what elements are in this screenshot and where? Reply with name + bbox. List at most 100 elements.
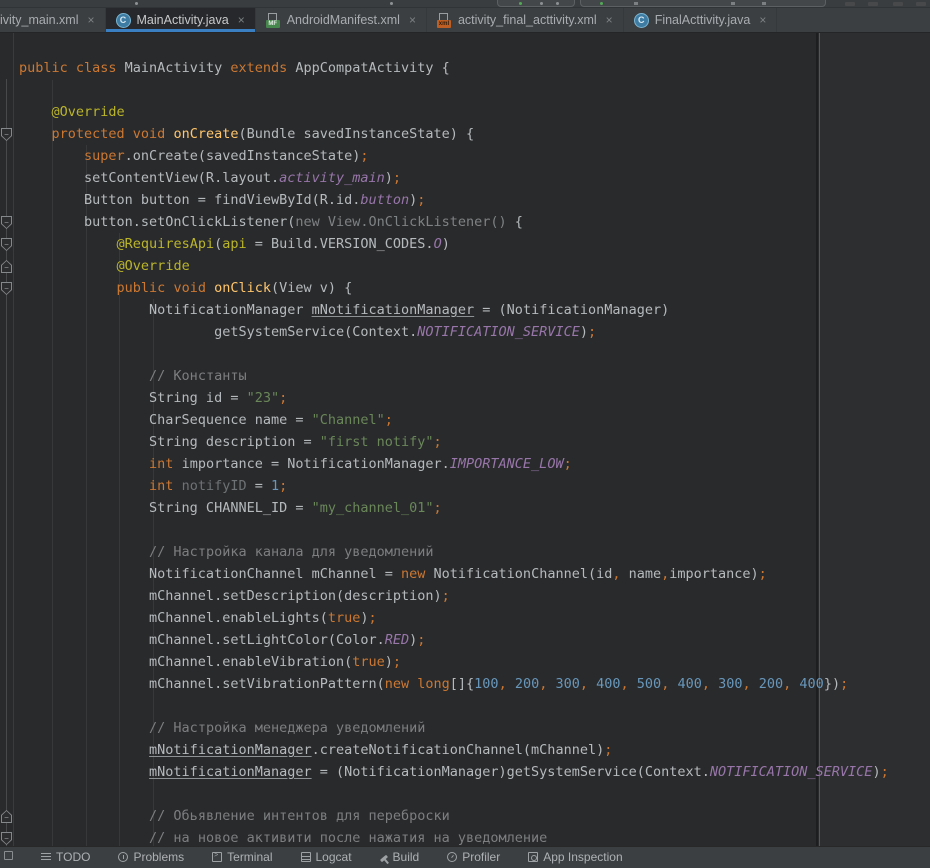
code-line[interactable]: [0, 519, 930, 541]
code-line[interactable]: super.onCreate(savedInstanceState);: [0, 145, 930, 167]
tab-ivity_main.xml[interactable]: ivity_main.xml ×: [0, 8, 106, 32]
toolbar-button-edge[interactable]: [845, 2, 855, 6]
tab-close-icon[interactable]: ×: [88, 14, 95, 26]
fold-marker-icon[interactable]: −: [1, 238, 12, 251]
code-token: new View.OnClickListener(): [295, 214, 514, 230]
code-line[interactable]: button.setOnClickListener(new View.OnCli…: [0, 211, 930, 233]
code-line[interactable]: int importance = NotificationManager.IMP…: [0, 453, 930, 475]
code-token: String description =: [19, 434, 320, 450]
code-token: ;: [604, 742, 612, 758]
toolbar-button-edge[interactable]: [893, 2, 903, 6]
code-token: [19, 104, 52, 120]
toolbar-button-edge[interactable]: [868, 2, 878, 6]
code-line[interactable]: [0, 695, 930, 717]
code-token: mNotificationManager: [149, 742, 312, 758]
code-line[interactable]: mChannel.setVibrationPattern(new long[]{…: [0, 673, 930, 695]
tab-FinalActtivity.java[interactable]: CFinalActtivity.java×: [624, 8, 778, 32]
code-line[interactable]: [0, 783, 930, 805]
code-line[interactable]: setContentView(R.layout.activity_main);: [0, 167, 930, 189]
run-status-dot: [519, 2, 522, 5]
code-line[interactable]: Button button = findViewById(R.id.button…: [0, 189, 930, 211]
tab-AndroidManifest.xml[interactable]: MFAndroidManifest.xml×: [256, 8, 427, 32]
tab-MainActivity.java[interactable]: CMainActivity.java×: [106, 8, 256, 32]
code-text-area[interactable]: public class MainActivity extends AppCom…: [0, 57, 930, 846]
tool-window-button-Build[interactable]: Build: [380, 851, 420, 863]
code-token: [19, 280, 117, 296]
tool-window-button-Terminal[interactable]: Terminal: [212, 851, 272, 863]
code-line[interactable]: mNotificationManager.createNotificationC…: [0, 739, 930, 761]
fold-marker-icon[interactable]: −: [1, 128, 12, 141]
code-line[interactable]: // Настройка менеджера уведомлений: [0, 717, 930, 739]
code-line[interactable]: CharSequence name = "Channel";: [0, 409, 930, 431]
code-token: int: [149, 478, 182, 494]
toolbar-button-edge[interactable]: [916, 2, 926, 6]
code-line[interactable]: // Константы: [0, 365, 930, 387]
code-token: "my_channel_01": [312, 500, 434, 516]
code-editor[interactable]: public class MainActivity extends AppCom…: [0, 33, 930, 846]
code-line[interactable]: [0, 343, 930, 365]
code-line[interactable]: String id = "23";: [0, 387, 930, 409]
tab-activity_final_acttivity.xml[interactable]: xmlactivity_final_acttivity.xml×: [427, 8, 624, 32]
tool-window-button-label: Problems: [133, 851, 184, 863]
code-line[interactable]: public class MainActivity extends AppCom…: [0, 57, 930, 79]
fold-marker-icon[interactable]: −: [1, 216, 12, 229]
tool-window-button-TODO[interactable]: TODO: [41, 851, 90, 863]
run-configuration-widget[interactable]: [497, 0, 575, 7]
code-token: onCreate: [173, 126, 238, 142]
code-line[interactable]: // на новое активити после нажатия на ув…: [0, 827, 930, 846]
code-line[interactable]: @RequiresApi(api = Build.VERSION_CODES.O…: [0, 233, 930, 255]
code-token: ,: [499, 676, 515, 692]
code-line[interactable]: NotificationManager mNotificationManager…: [0, 299, 930, 321]
code-line[interactable]: mChannel.enableVibration(true);: [0, 651, 930, 673]
code-line[interactable]: getSystemService(Context.NOTIFICATION_SE…: [0, 321, 930, 343]
tab-close-icon[interactable]: ×: [606, 14, 613, 26]
java-class-icon: C: [634, 13, 649, 28]
code-line[interactable]: // Настройка канала для уведомлений: [0, 541, 930, 563]
code-token: {: [515, 214, 523, 230]
code-line[interactable]: mChannel.enableLights(true);: [0, 607, 930, 629]
tool-window-button-App Inspection[interactable]: App Inspection: [528, 851, 622, 863]
code-token: @Override: [52, 104, 125, 120]
tool-window-button-Problems[interactable]: Problems: [118, 851, 184, 863]
fold-marker-icon[interactable]: −: [1, 282, 12, 295]
code-token: super: [84, 148, 125, 164]
code-line[interactable]: [0, 79, 930, 101]
tab-close-icon[interactable]: ×: [238, 14, 245, 26]
code-token: [19, 148, 84, 164]
code-line[interactable]: // Обьявление интентов для переброски: [0, 805, 930, 827]
code-token: "first notify": [320, 434, 434, 450]
tab-close-icon[interactable]: ×: [759, 14, 766, 26]
device-selector-widget[interactable]: [580, 0, 826, 7]
tool-window-button-Logcat[interactable]: Logcat: [301, 851, 352, 863]
code-token: ;: [369, 610, 377, 626]
code-line[interactable]: mChannel.setLightColor(Color.RED);: [0, 629, 930, 651]
fold-marker-icon[interactable]: −: [1, 810, 12, 823]
code-token: mChannel.setLightColor(Color.: [19, 632, 385, 648]
code-line[interactable]: int notifyID = 1;: [0, 475, 930, 497]
window-stripe-toggle-icon[interactable]: [4, 851, 13, 860]
logcat-icon: [301, 852, 311, 862]
tool-window-button-Profiler[interactable]: Profiler: [447, 851, 500, 863]
tab-label: ivity_main.xml: [0, 13, 79, 27]
main-toolbar-edge: [0, 0, 930, 8]
toolbar-tick: [731, 2, 735, 5]
code-line[interactable]: String CHANNEL_ID = "my_channel_01";: [0, 497, 930, 519]
tool-window-button-label: Build: [393, 851, 420, 863]
code-token: ): [385, 170, 393, 186]
code-line[interactable]: @Override: [0, 255, 930, 277]
code-line[interactable]: NotificationChannel mChannel = new Notif…: [0, 563, 930, 585]
code-line[interactable]: public void onClick(View v) {: [0, 277, 930, 299]
code-token: Button button = findViewById(R.id.: [19, 192, 360, 208]
code-line[interactable]: protected void onCreate(Bundle savedInst…: [0, 123, 930, 145]
tab-close-icon[interactable]: ×: [409, 14, 416, 26]
code-line[interactable]: mChannel.setDescription(description);: [0, 585, 930, 607]
code-line[interactable]: mNotificationManager = (NotificationMana…: [0, 761, 930, 783]
code-line[interactable]: @Override: [0, 101, 930, 123]
code-token: ;: [393, 654, 401, 670]
code-token: ): [442, 236, 450, 252]
fold-marker-icon[interactable]: −: [1, 832, 12, 845]
code-token: name: [620, 566, 661, 582]
code-token: [19, 742, 149, 758]
code-line[interactable]: String description = "first notify";: [0, 431, 930, 453]
fold-marker-icon[interactable]: −: [1, 260, 12, 273]
